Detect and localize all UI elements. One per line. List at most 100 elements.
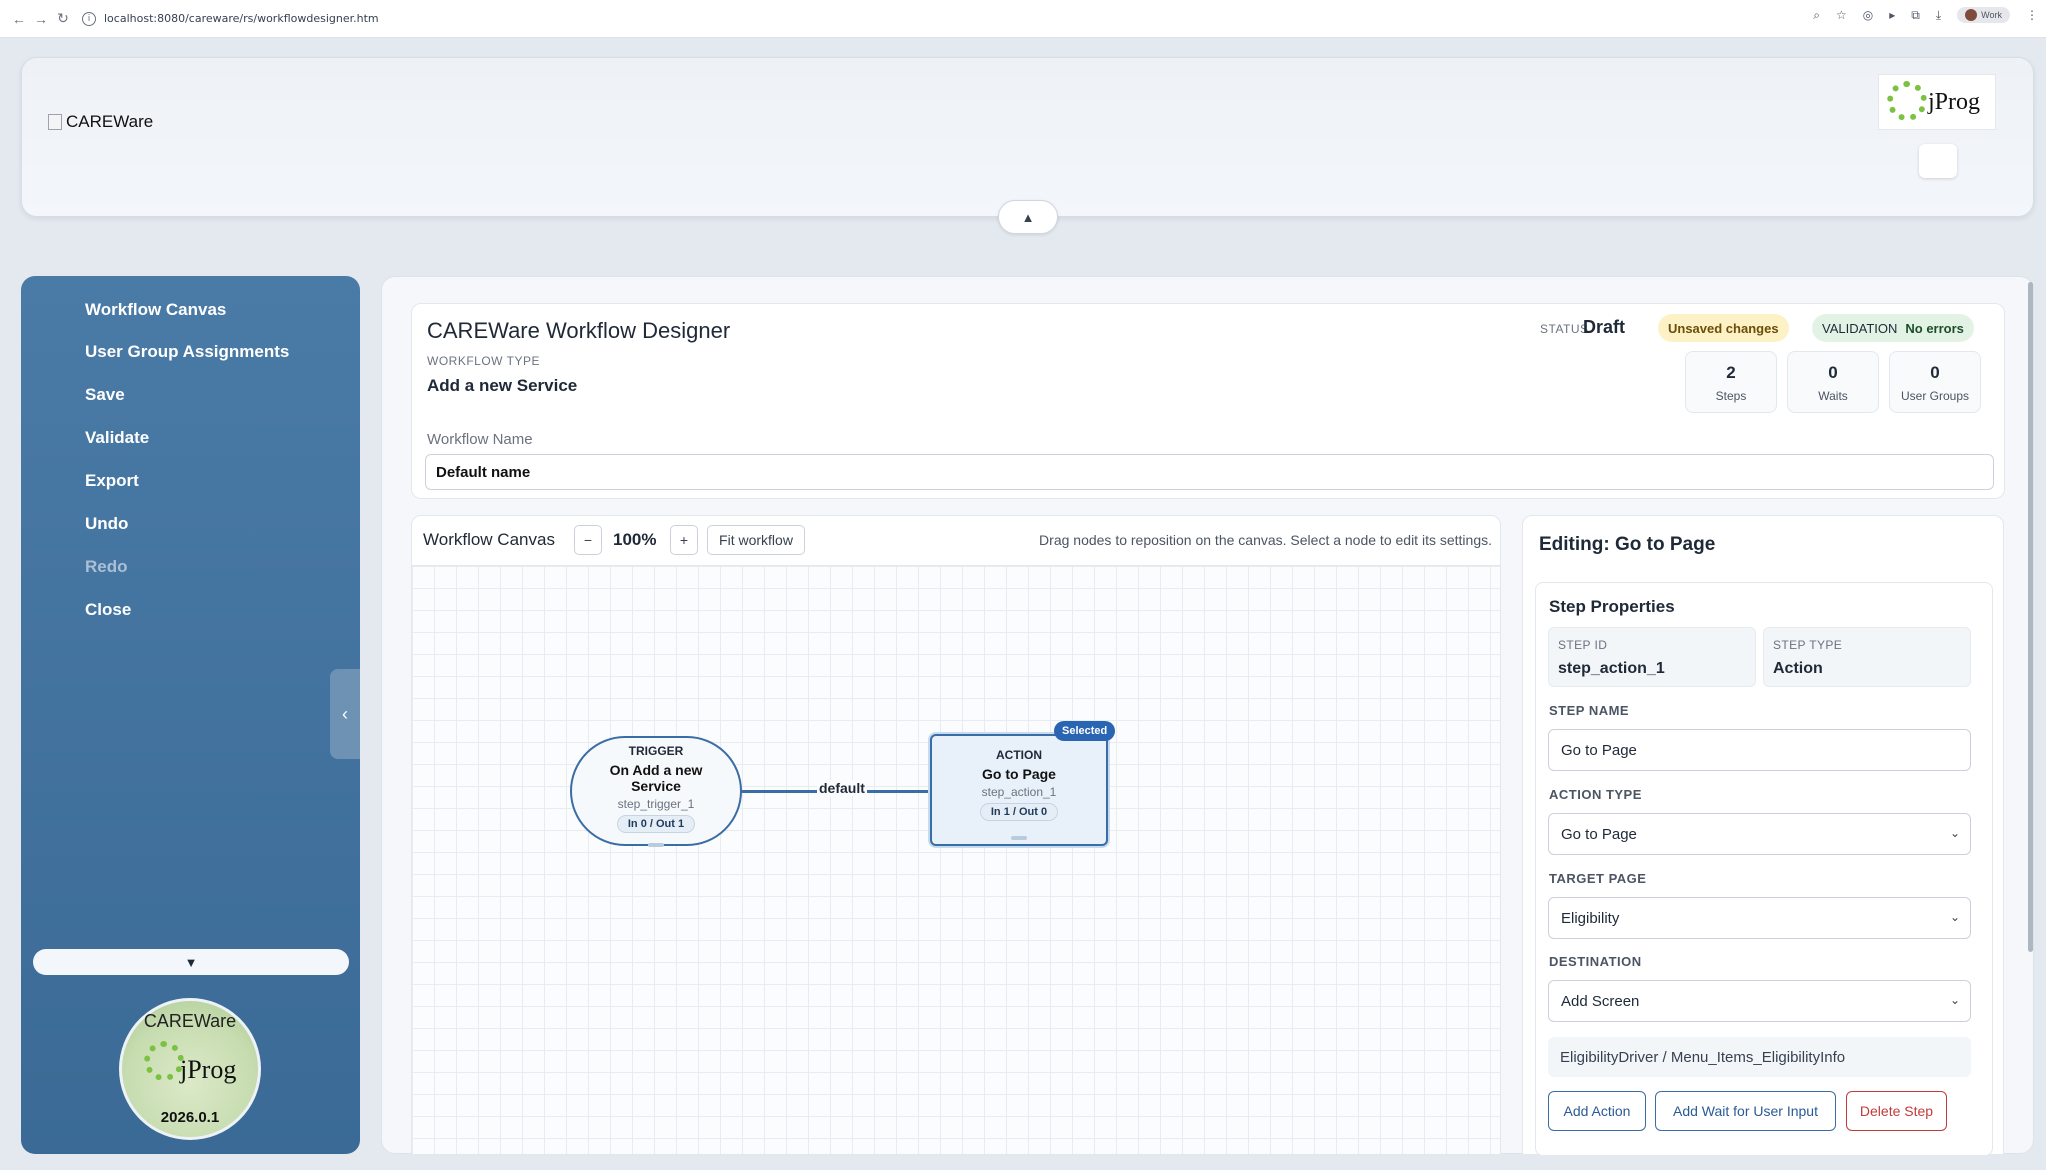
step-name-input[interactable]: Go to Page: [1548, 729, 1971, 771]
action-type-value: Go to Page: [1561, 825, 1637, 843]
action-type-select[interactable]: Go to Page ⌄: [1548, 813, 1971, 855]
editing-title: Editing: Go to Page: [1539, 534, 1716, 555]
step-name-label: STEP NAME: [1549, 703, 1630, 718]
chevron-left-icon: ‹: [342, 703, 348, 724]
selected-badge: Selected: [1054, 721, 1116, 741]
app-header: CAREWare jProg: [21, 57, 2034, 217]
unsaved-changes-badge: Unsaved changes: [1658, 314, 1789, 342]
sidebar-item-undo[interactable]: Undo: [85, 514, 128, 534]
sidebar-item-close[interactable]: Close: [85, 600, 131, 620]
node-title: On Add a new Service: [609, 762, 703, 794]
sidebar-item-validate[interactable]: Validate: [85, 428, 149, 448]
sidebar-item-export[interactable]: Export: [85, 471, 139, 491]
jprog-ring-icon: [1887, 81, 1927, 121]
step-name-value: Go to Page: [1561, 741, 1637, 759]
stat-label: User Groups: [1900, 389, 1970, 403]
chevron-down-icon: ⌄: [1949, 993, 1960, 1007]
page-title: CAREWare Workflow Designer: [427, 318, 731, 343]
sidebar-item-workflow-canvas[interactable]: Workflow Canvas: [85, 300, 226, 320]
step-id-box: STEP ID step_action_1: [1548, 627, 1756, 687]
section-title: Step Properties: [1549, 597, 1675, 616]
badge-ring-icon: [144, 1041, 184, 1081]
reload-icon[interactable]: ↻: [52, 8, 74, 30]
header-menu-button[interactable]: [1919, 144, 1957, 178]
trigger-node[interactable]: TRIGGER On Add a new Service step_trigge…: [570, 736, 742, 846]
status-label: STATUS: [1540, 322, 1589, 336]
back-icon[interactable]: ←: [8, 8, 30, 30]
destination-select[interactable]: Add Screen ⌄: [1548, 980, 1971, 1022]
profile-label: Work: [1981, 10, 2002, 20]
status-value: Draft: [1583, 317, 1626, 337]
collapse-header-button[interactable]: ▲: [998, 200, 1058, 234]
node-title: Go to Page: [982, 766, 1056, 782]
step-properties-panel: Editing: Go to Page Step Properties STEP…: [1522, 515, 2004, 1156]
workflow-canvas-panel: Workflow Canvas − 100% + Fit workflow Dr…: [411, 515, 1501, 1155]
careware-version-badge: CAREWare jProg 2026.0.1: [119, 998, 261, 1140]
sidebar-item-save[interactable]: Save: [85, 385, 125, 405]
chevron-down-icon: ▼: [184, 954, 198, 970]
step-id-value: step_action_1: [1558, 660, 1665, 677]
sidebar: Workflow Canvas User Group Assignments S…: [21, 276, 360, 1154]
stat-value: 2: [1726, 363, 1736, 382]
node-kind: ACTION: [996, 748, 1042, 762]
workflow-name-input[interactable]: [425, 454, 1994, 490]
target-page-label: TARGET PAGE: [1549, 871, 1647, 886]
trigger-output-port[interactable]: [648, 843, 664, 847]
canvas-grid[interactable]: default TRIGGER On Add a new Service ste…: [412, 566, 1500, 1154]
zoom-out-button[interactable]: −: [574, 525, 602, 555]
browser-toolbar: ← → ↻ i localhost:8080/careware/rs/workf…: [0, 0, 2046, 38]
careware-logo: CAREWare: [48, 112, 153, 132]
stat-steps: 2 Steps: [1685, 351, 1777, 413]
target-page-select[interactable]: Eligibility ⌄: [1548, 897, 1971, 939]
jprog-logo: jProg: [1878, 74, 1996, 130]
chevron-down-icon: ⌄: [1949, 910, 1960, 924]
profile-button[interactable]: Work: [1957, 7, 2010, 23]
delete-step-button[interactable]: Delete Step: [1846, 1091, 1947, 1131]
zoom-in-button[interactable]: +: [670, 525, 698, 555]
extension-icon[interactable]: ◎: [1863, 8, 1873, 22]
node-kind: TRIGGER: [628, 744, 684, 758]
puzzle-icon[interactable]: ⧉: [1911, 8, 1920, 23]
target-page-value: Eligibility: [1561, 909, 1620, 927]
logo-alt-text: CAREWare: [66, 112, 154, 131]
browser-actions: ⌕ ☆ ◎ ▸ ⧉ ⤓ Work ⋮: [1813, 7, 2038, 23]
broken-image-icon: [48, 114, 62, 130]
canvas-hint: Drag nodes to reposition on the canvas. …: [1039, 532, 1492, 548]
add-wait-button[interactable]: Add Wait for User Input: [1655, 1091, 1836, 1131]
site-info-icon[interactable]: i: [82, 11, 96, 26]
destination-value: Add Screen: [1561, 992, 1640, 1010]
menu-icon[interactable]: ⋮: [2026, 8, 2038, 22]
action-output-port[interactable]: [1011, 836, 1027, 840]
step-properties-card: Step Properties STEP ID step_action_1 ST…: [1535, 582, 1993, 1156]
media-icon[interactable]: ▸: [1889, 8, 1895, 22]
url-text: localhost:8080/careware/rs/workflowdesig…: [104, 12, 379, 25]
forward-icon[interactable]: →: [30, 8, 52, 30]
canvas-toolbar: Workflow Canvas − 100% + Fit workflow Dr…: [412, 516, 1500, 566]
avatar: [1965, 9, 1978, 21]
stat-value: 0: [1828, 363, 1838, 382]
bookmark-star-icon[interactable]: ☆: [1836, 8, 1847, 22]
action-node[interactable]: ACTION Go to Page step_action_1 In 1 / O…: [930, 734, 1108, 846]
sidebar-item-redo[interactable]: Redo: [85, 557, 128, 577]
add-action-button[interactable]: Add Action: [1548, 1091, 1646, 1131]
node-id: step_trigger_1: [617, 797, 695, 811]
address-bar[interactable]: i localhost:8080/careware/rs/workflowdes…: [82, 5, 379, 33]
validation-badge: VALIDATION No errors: [1812, 314, 1974, 342]
page-scrollbar[interactable]: [2028, 282, 2033, 952]
sidebar-item-user-group-assignments[interactable]: User Group Assignments: [85, 342, 289, 362]
collapse-sidebar-button[interactable]: ‹: [330, 669, 360, 759]
stat-value: 0: [1930, 363, 1940, 382]
zoom-icon[interactable]: ⌕: [1813, 8, 1820, 23]
destination-label: DESTINATION: [1549, 954, 1642, 969]
sidebar-expand-button[interactable]: ▼: [33, 949, 349, 975]
jprog-brand: jProg: [1927, 88, 1980, 115]
download-icon[interactable]: ⤓: [1936, 8, 1941, 23]
node-io-badge: In 0 / Out 1: [616, 815, 696, 833]
workflow-name-label: Workflow Name: [427, 431, 533, 448]
step-type-value: Action: [1773, 660, 1823, 677]
workflow-type-label: WORKFLOW TYPE: [427, 354, 540, 368]
fit-workflow-button[interactable]: Fit workflow: [707, 525, 805, 555]
step-type-label: STEP TYPE: [1773, 638, 1843, 652]
chevron-up-icon: ▲: [1021, 209, 1035, 225]
stat-user-groups: 0 User Groups: [1889, 351, 1981, 413]
